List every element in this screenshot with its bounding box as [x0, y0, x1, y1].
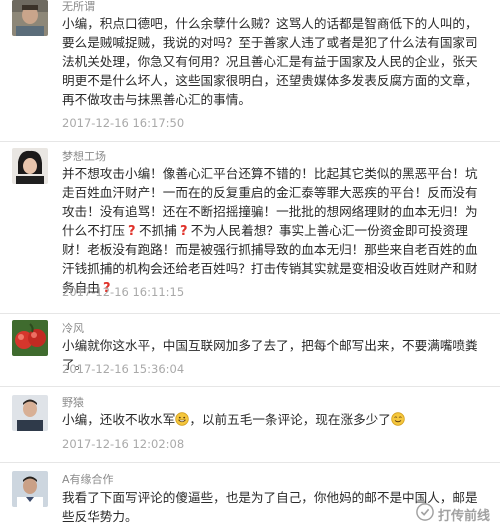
comment-timestamp: 2017-12-16 16:11:15: [62, 285, 185, 299]
avatar[interactable]: [12, 320, 48, 356]
comment-timestamp: 2017-12-16 15:36:04: [62, 362, 185, 376]
comment-timestamp: 2017-12-16 12:02:08: [62, 437, 185, 451]
watermark-logo-icon: [416, 503, 434, 525]
grinning-emoji-icon: [175, 412, 190, 426]
red-question-mark-icon: ?: [125, 223, 139, 239]
commenter-name[interactable]: A有缘合作: [62, 473, 114, 487]
avatar[interactable]: [12, 0, 48, 36]
commenter-name[interactable]: 梦想工场: [62, 150, 106, 164]
comment-item: 梦想工场 并不想攻击小编！像善心汇平台还算不错的！比起其它类似的黑恶平台！坑走百…: [0, 142, 500, 314]
watermark-text: 打传前线: [437, 508, 490, 524]
comment-text: 并不想攻击小编！像善心汇平台还算不错的！比起其它类似的黑恶平台！坑走百姓血汗财产…: [62, 164, 490, 297]
commenter-name[interactable]: 无所谓: [62, 0, 95, 14]
svg-text:?: ?: [128, 224, 136, 237]
comment-item: 无所谓 小编，积点口德吧，什么余孽什么贼？这骂人的话都是智商低下的人叫的，要么是…: [0, 0, 500, 142]
watermark: 打传前线: [416, 503, 490, 525]
comment-text-part: 不抓捕: [138, 223, 177, 238]
red-question-mark-icon: ?: [177, 223, 191, 239]
avatar[interactable]: [12, 395, 48, 431]
avatar[interactable]: [12, 471, 48, 507]
comment-text-part: 小编，还收不收水军: [62, 412, 176, 427]
commenter-name[interactable]: 野猿: [62, 396, 84, 410]
comment-timestamp: 2017-12-16 16:17:50: [62, 116, 185, 130]
smiling-emoji-icon: [391, 412, 405, 426]
avatar[interactable]: [12, 148, 48, 184]
comment-text: 小编，还收不收水军 ，以前五毛一条评论，现在涨多少了: [62, 410, 490, 429]
commenter-name[interactable]: 冷风: [62, 322, 84, 336]
comment-text-part: ，以前五毛一条评论，现在涨多少了: [189, 412, 391, 427]
comment-item: 冷风 小编就你这水平，中国互联网加多了去了，把每个邮写出来，不要满嘴喷粪了。 2…: [0, 314, 500, 387]
comment-feed: 无所谓 小编，积点口德吧，什么余孽什么贼？这骂人的话都是智商低下的人叫的，要么是…: [0, 0, 500, 531]
comment-text: 小编，积点口德吧，什么余孽什么贼？这骂人的话都是智商低下的人叫的，要么是贼喊捉贼…: [62, 16, 478, 107]
svg-text:?: ?: [180, 224, 188, 237]
comment-item: 野猿 小编，还收不收水军 ，以前五毛一条评论，现在涨多少了 2017-12-16 …: [0, 387, 500, 463]
